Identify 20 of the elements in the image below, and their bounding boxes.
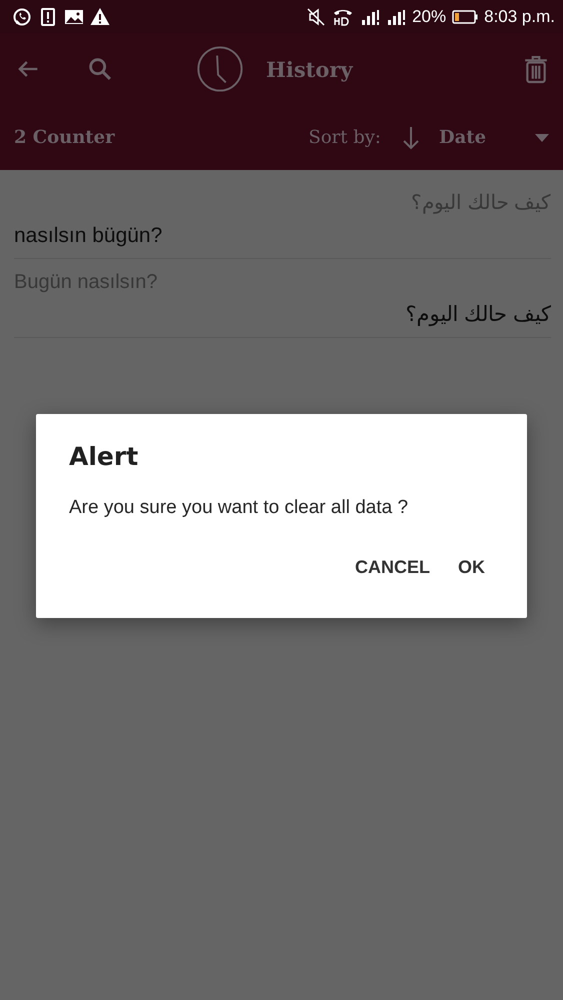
battery-icon: [452, 10, 478, 24]
translation-text: كيف حالك اليوم؟: [404, 302, 551, 328]
sort-label: Sort by:: [308, 127, 381, 148]
chat-bubble-icon: [12, 6, 32, 26]
down-arrow-icon[interactable]: [401, 124, 421, 150]
translation-text: nasılsın bügün?: [14, 223, 164, 249]
muted-speaker-icon: [306, 6, 326, 26]
clock-icon: [196, 45, 244, 93]
dialog-message: Are you sure you want to clear all data ?: [69, 497, 410, 519]
battery-percent: 20%: [412, 6, 446, 26]
dialog-button[interactable]: OK: [448, 549, 495, 586]
clipboard-alert-icon: [38, 6, 58, 26]
toolbar-title: History: [266, 56, 353, 82]
caret-icon: [535, 134, 549, 142]
clock-time: 8:03 p.m.: [484, 6, 555, 26]
dialog-title: Alert: [69, 442, 140, 471]
dialog-button[interactable]: CANCEL: [345, 549, 440, 586]
warning-icon: [90, 6, 110, 26]
trash-icon[interactable]: [523, 53, 549, 85]
entry-count: 2 Counter: [14, 127, 115, 148]
